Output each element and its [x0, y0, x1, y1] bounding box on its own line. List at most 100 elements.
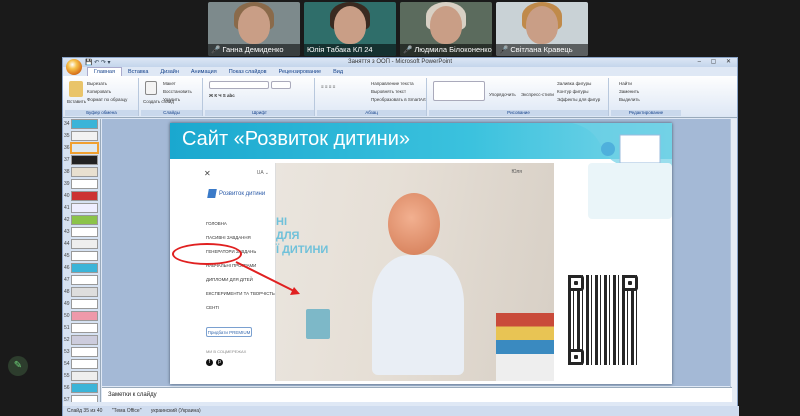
- premium-button[interactable]: Придбати PREMIUM: [206, 327, 252, 337]
- mic-muted-icon: 🎤: [499, 45, 509, 54]
- new-slide-icon[interactable]: [145, 81, 157, 95]
- slide-number: 37: [64, 157, 70, 163]
- menu-item-passive-tasks[interactable]: ПАСИВНІ ЗАВДАННЯ: [206, 235, 251, 240]
- slide-thumbnails-pane[interactable]: 34 35 36 37 38 39 40 41 42 43 44 45 46 47 48 49 50 51 52 53…: [63, 119, 101, 402]
- slide-number: 47: [64, 277, 70, 283]
- slide-thumbnail[interactable]: 43: [63, 227, 100, 238]
- slide-thumbnail[interactable]: 48: [63, 287, 100, 298]
- delete-button[interactable]: Удалить: [163, 97, 180, 102]
- slide-number: 49: [64, 301, 70, 307]
- slide-thumbnail[interactable]: 47: [63, 275, 100, 286]
- slide-thumbnail[interactable]: 50: [63, 311, 100, 322]
- shapes-gallery[interactable]: [433, 81, 485, 101]
- slide-thumbnail[interactable]: 54: [63, 359, 100, 370]
- qr-corner: [568, 275, 584, 291]
- slide-thumbnail[interactable]: 38: [63, 167, 100, 178]
- slide-thumbnail[interactable]: 45: [63, 251, 100, 262]
- slide-thumbnail[interactable]: 35: [63, 131, 100, 142]
- language-selector[interactable]: UA ⌄: [257, 170, 269, 176]
- pencil-cup: [306, 309, 330, 339]
- window-title: Заняття з ООП - Microsoft PowerPoint: [347, 59, 453, 65]
- menu-item-home[interactable]: ГОЛОВНА: [206, 221, 227, 226]
- font-format-buttons[interactable]: Ж К Ч S abc: [209, 93, 235, 98]
- slide-thumbnail[interactable]: 51: [63, 323, 100, 334]
- layout-button[interactable]: Макет: [163, 81, 176, 86]
- slide-thumbnail-image: [71, 215, 98, 225]
- slide-thumbnail[interactable]: 52: [63, 335, 100, 346]
- current-slide[interactable]: Сайт «Розвиток дитини» ✕ UA ⌄ Розвиток д…: [170, 123, 672, 384]
- site-logo[interactable]: Розвиток дитини: [207, 189, 265, 198]
- website-screenshot: ✕ UA ⌄ Розвиток дитини ГОЛОВНА ПАСИВНІ З…: [198, 163, 554, 381]
- paragraph-buttons[interactable]: ≡ ≡ ≡ ≡: [321, 84, 335, 89]
- menu-item-diplomas[interactable]: ДИПЛОМИ ДЛЯ ДІТЕЙ: [206, 277, 253, 282]
- status-bar: Слайд 35 из 40 "Тема Office" украинский …: [63, 406, 739, 416]
- text-direction-button[interactable]: Направление текста: [371, 81, 414, 86]
- align-text-button[interactable]: Выровнять текст: [371, 89, 406, 94]
- slide-thumbnail[interactable]: 34: [63, 119, 100, 130]
- paste-icon[interactable]: [69, 81, 83, 97]
- slide-thumbnail[interactable]: 56: [63, 383, 100, 394]
- participant-tile[interactable]: 🎤 Людмила Білоконенко: [400, 2, 492, 56]
- arrange-button[interactable]: Упорядочить: [489, 92, 516, 97]
- replace-button[interactable]: Заменить: [619, 89, 639, 94]
- participant-tile[interactable]: 🎤 Ганна Демиденко: [208, 2, 300, 56]
- shape-effects-button[interactable]: Эффекты для фигур: [557, 97, 600, 102]
- vertical-scrollbar[interactable]: [730, 119, 737, 402]
- slide-number: 42: [64, 217, 70, 223]
- find-button[interactable]: Найти: [619, 81, 632, 86]
- participant-tile[interactable]: 🎤 Світлана Кравець: [496, 2, 588, 56]
- paste-button[interactable]: Вставить: [67, 99, 86, 104]
- slide-thumbnail[interactable]: 46: [63, 263, 100, 274]
- slide-thumbnail[interactable]: 49: [63, 299, 100, 310]
- hero-text: НІ ДЛЯ Ї ДИТИНИ: [276, 216, 329, 256]
- cut-button[interactable]: Вырезать: [87, 81, 107, 86]
- font-name-box[interactable]: [209, 81, 269, 89]
- reset-button[interactable]: Восстановить: [163, 89, 192, 94]
- slide-thumbnail[interactable]: 44: [63, 239, 100, 250]
- slide-number: 39: [64, 181, 70, 187]
- facebook-icon[interactable]: f: [206, 359, 213, 366]
- font-size-box[interactable]: [271, 81, 291, 89]
- smartart-button[interactable]: Преобразовать в SmartArt: [371, 97, 426, 102]
- notes-pane[interactable]: Заметки к слайду: [102, 387, 732, 402]
- slide-thumbnail-image: [71, 347, 98, 357]
- theme-name: "Тема Office": [111, 408, 142, 414]
- slide-thumbnail[interactable]: 40: [63, 191, 100, 202]
- office-button-icon[interactable]: [66, 59, 82, 75]
- shape-fill-button[interactable]: Заливка фигуры: [557, 81, 591, 86]
- slide-thumbnail[interactable]: 41: [63, 203, 100, 214]
- slide-thumbnail[interactable]: 37: [63, 155, 100, 166]
- mic-muted-icon: 🎤: [211, 45, 221, 54]
- slide-thumbnail-image: [71, 395, 98, 402]
- hero-photo: НІ ДЛЯ Ї ДИТИНИ Юля: [276, 163, 554, 381]
- slide-thumbnail[interactable]: 57: [63, 395, 100, 402]
- menu-item-senti[interactable]: СЕНТІ: [206, 305, 219, 310]
- decorative-illustration: [588, 163, 672, 219]
- slide-thumbnail-image: [71, 383, 98, 393]
- window-controls[interactable]: – ▢ ✕: [698, 58, 735, 67]
- menu-item-experiments[interactable]: ЕКСПЕРИМЕНТИ ТА ТВОРЧІСТЬ: [206, 291, 275, 296]
- slide-thumbnail[interactable]: 42: [63, 215, 100, 226]
- slide-thumbnail[interactable]: 55: [63, 371, 100, 382]
- annotate-pen-icon[interactable]: ✎: [8, 356, 28, 376]
- close-icon[interactable]: ✕: [204, 169, 211, 178]
- quick-styles-button[interactable]: Экспресс-стили: [521, 92, 554, 97]
- slide-thumbnail[interactable]: 36: [63, 142, 100, 154]
- annotation-circle: [172, 243, 242, 265]
- format-painter-button[interactable]: Формат по образцу: [87, 97, 127, 102]
- slide-thumbnail[interactable]: 53: [63, 347, 100, 358]
- pinterest-icon[interactable]: p: [216, 359, 223, 366]
- slide-number: 48: [64, 289, 70, 295]
- participant-name: Юлія Табака КЛ 24: [307, 45, 373, 54]
- shape-outline-button[interactable]: Контур фигуры: [557, 89, 588, 94]
- slide-counter: Слайд 35 из 40: [67, 408, 103, 414]
- slide-thumbnail[interactable]: 39: [63, 179, 100, 190]
- participant-tile[interactable]: Юлія Табака КЛ 24: [304, 2, 396, 56]
- select-button[interactable]: Выделить: [619, 97, 640, 102]
- site-side-menu: ✕ UA ⌄ Розвиток дитини ГОЛОВНА ПАСИВНІ З…: [198, 163, 276, 381]
- slide-number: 35: [64, 133, 70, 139]
- slide-number: 34: [64, 121, 70, 127]
- slide-title[interactable]: Сайт «Розвиток дитини»: [182, 128, 410, 151]
- copy-button[interactable]: Копировать: [87, 89, 111, 94]
- site-user[interactable]: Юля: [512, 169, 522, 175]
